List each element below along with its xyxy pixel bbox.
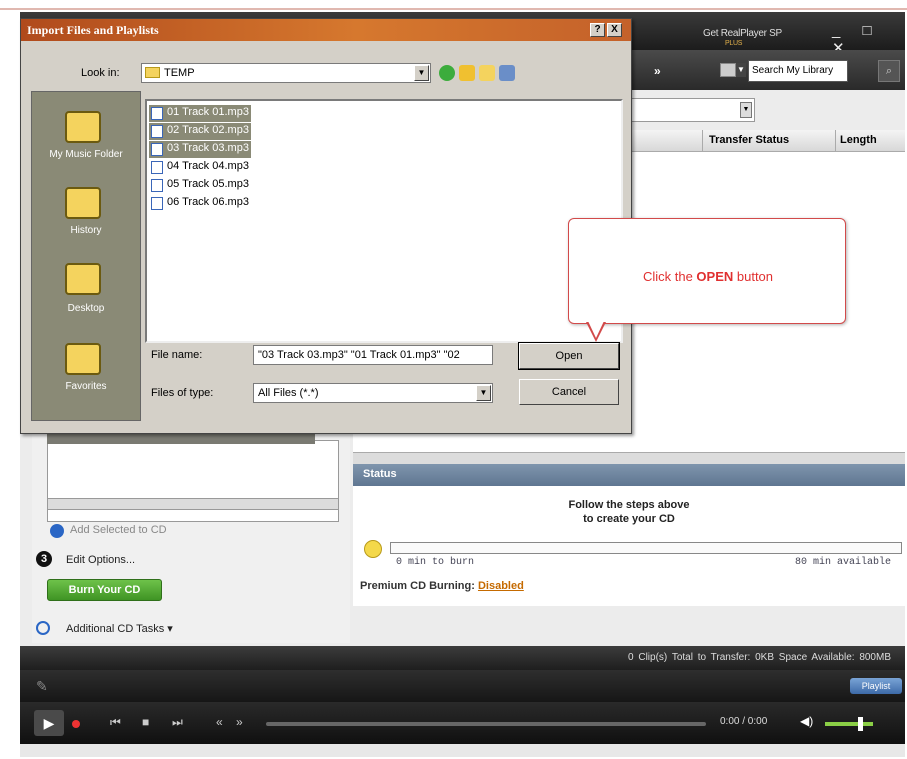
library-icon[interactable] bbox=[720, 63, 736, 77]
secondary-bar: ✎ Playlist bbox=[20, 670, 905, 702]
add-selected-to-cd-link[interactable]: Add Selected to CD bbox=[70, 524, 167, 536]
premium-disabled-link[interactable]: Disabled bbox=[478, 580, 524, 592]
folder-icon bbox=[145, 67, 160, 78]
chevron-down-icon[interactable]: ▼ bbox=[476, 385, 491, 401]
place-history[interactable]: History bbox=[31, 225, 141, 236]
view-menu-icon[interactable] bbox=[499, 65, 515, 81]
next-icon[interactable]: ⏭ bbox=[172, 715, 183, 730]
mp3-file-icon bbox=[151, 143, 163, 156]
min-to-burn: 0 min to burn bbox=[396, 557, 475, 568]
volume-slider[interactable] bbox=[825, 722, 873, 726]
file-item[interactable]: 01 Track 01.mp3 bbox=[149, 105, 251, 122]
mp3-file-icon bbox=[151, 161, 163, 174]
play-icon[interactable]: ▶ bbox=[34, 710, 64, 736]
fast-forward-icon[interactable]: » bbox=[236, 715, 243, 729]
favorites-icon[interactable] bbox=[65, 343, 101, 375]
desktop-icon[interactable] bbox=[65, 263, 101, 295]
previous-icon[interactable]: ⏮ bbox=[110, 715, 121, 730]
volume-icon[interactable]: ◀) bbox=[800, 714, 813, 728]
mp3-file-icon bbox=[151, 125, 163, 138]
callout-pointer-fill bbox=[588, 321, 604, 338]
more-chevron-icon[interactable]: » bbox=[654, 64, 661, 78]
pencil-icon[interactable]: ✎ bbox=[36, 678, 48, 695]
get-realplayer-link[interactable]: Get RealPlayer SP bbox=[703, 28, 782, 39]
stop-icon[interactable]: ■ bbox=[142, 715, 149, 729]
callout-suffix: button bbox=[733, 269, 774, 284]
callout-emphasis: OPEN bbox=[696, 269, 734, 284]
cd-source-scrollbar[interactable] bbox=[47, 498, 339, 510]
file-item[interactable]: 04 Track 04.mp3 bbox=[149, 159, 251, 176]
place-my-music[interactable]: My Music Folder bbox=[31, 149, 141, 160]
add-to-cd-icon bbox=[50, 524, 64, 538]
dialog-title: Import Files and Playlists bbox=[21, 19, 631, 41]
instruction-callout: Click the OPEN button bbox=[568, 218, 846, 324]
seek-bar[interactable] bbox=[266, 722, 706, 726]
step-3-badge: 3 bbox=[36, 551, 52, 567]
edit-options-link[interactable]: Edit Options... bbox=[66, 554, 135, 566]
status-message-line1: Follow the steps above bbox=[568, 499, 690, 511]
volume-knob[interactable] bbox=[858, 717, 863, 731]
premium-label: Premium CD Burning: bbox=[360, 580, 475, 592]
place-favorites[interactable]: Favorites bbox=[31, 381, 141, 392]
file-type-label: Files of type: bbox=[151, 387, 214, 399]
get-realplayer-plus: PLUS bbox=[725, 40, 743, 47]
transfer-summary: 0 Clip(s) Total to Transfer: 0KB Space A… bbox=[628, 652, 891, 663]
open-button[interactable]: Open bbox=[518, 342, 620, 370]
mp3-file-icon bbox=[151, 107, 163, 120]
transfer-summary-bar: 0 Clip(s) Total to Transfer: 0KB Space A… bbox=[20, 646, 905, 670]
additional-cd-tasks-label: Additional CD Tasks bbox=[66, 623, 165, 635]
time-display: 0:00 / 0:00 bbox=[720, 716, 768, 727]
top-divider bbox=[0, 0, 907, 10]
additional-cd-tasks-link[interactable]: Additional CD Tasks ▾ bbox=[66, 622, 173, 635]
cd-source-header bbox=[47, 434, 315, 444]
status-message: Follow the steps above to create your CD bbox=[353, 498, 905, 526]
search-input[interactable]: Search My Library bbox=[748, 60, 848, 82]
horizontal-scrollbar[interactable] bbox=[353, 452, 905, 464]
cd-burn-icon bbox=[364, 540, 382, 558]
premium-burning: Premium CD Burning: Disabled bbox=[360, 580, 524, 592]
my-music-folder-icon[interactable] bbox=[65, 111, 101, 143]
player-controls: ▶ ⏮ ■ ⏭ « » 0:00 / 0:00 ◀) bbox=[20, 702, 905, 744]
file-item[interactable]: 06 Track 06.mp3 bbox=[149, 195, 251, 212]
additional-tasks-icon bbox=[36, 621, 50, 635]
file-type-select[interactable]: All Files (*.*) bbox=[253, 383, 493, 403]
chevron-down-icon[interactable]: ▼ bbox=[414, 65, 429, 81]
file-item[interactable]: 03 Track 03.mp3 bbox=[149, 141, 251, 158]
up-folder-icon[interactable] bbox=[459, 65, 475, 81]
footer-bar bbox=[20, 744, 905, 757]
min-available: 80 min available bbox=[795, 557, 892, 568]
callout-text: Click the OPEN button bbox=[569, 269, 847, 284]
place-desktop[interactable]: Desktop bbox=[31, 303, 141, 314]
status-message-line2: to create your CD bbox=[583, 513, 675, 525]
import-dialog: Import Files and Playlists ? X Look in: … bbox=[20, 18, 632, 434]
record-icon[interactable] bbox=[72, 720, 80, 728]
history-icon[interactable] bbox=[65, 187, 101, 219]
help-button[interactable]: ? bbox=[590, 23, 605, 37]
mp3-file-icon bbox=[151, 179, 163, 192]
callout-prefix: Click the bbox=[642, 269, 697, 284]
cancel-button[interactable]: Cancel bbox=[519, 379, 619, 405]
file-item[interactable]: 05 Track 05.mp3 bbox=[149, 177, 251, 194]
status-heading: Status bbox=[353, 464, 905, 486]
look-in-label: Look in: bbox=[81, 67, 120, 79]
column-length[interactable]: Length bbox=[835, 130, 905, 152]
burn-cd-button[interactable]: Burn Your CD bbox=[47, 579, 162, 601]
chevron-down-icon[interactable]: ▼ bbox=[736, 63, 746, 77]
new-folder-icon[interactable] bbox=[479, 65, 495, 81]
look-in-select[interactable]: TEMP bbox=[141, 63, 431, 83]
file-name-input[interactable]: "03 Track 03.mp3" "01 Track 01.mp3" "02 bbox=[253, 345, 493, 365]
rewind-icon[interactable]: « bbox=[216, 715, 223, 729]
column-transfer-status[interactable]: Transfer Status bbox=[702, 130, 834, 152]
dropdown-arrow-icon[interactable]: ▼ bbox=[740, 102, 752, 118]
back-icon[interactable] bbox=[439, 65, 455, 81]
burn-capacity-bar bbox=[390, 542, 902, 554]
file-name-label: File name: bbox=[151, 349, 203, 361]
file-item[interactable]: 02 Track 02.mp3 bbox=[149, 123, 251, 140]
search-icon[interactable]: ⌕ bbox=[878, 60, 900, 82]
mp3-file-icon bbox=[151, 197, 163, 210]
playlist-button[interactable]: Playlist bbox=[850, 678, 902, 694]
close-button[interactable]: X bbox=[607, 23, 622, 37]
